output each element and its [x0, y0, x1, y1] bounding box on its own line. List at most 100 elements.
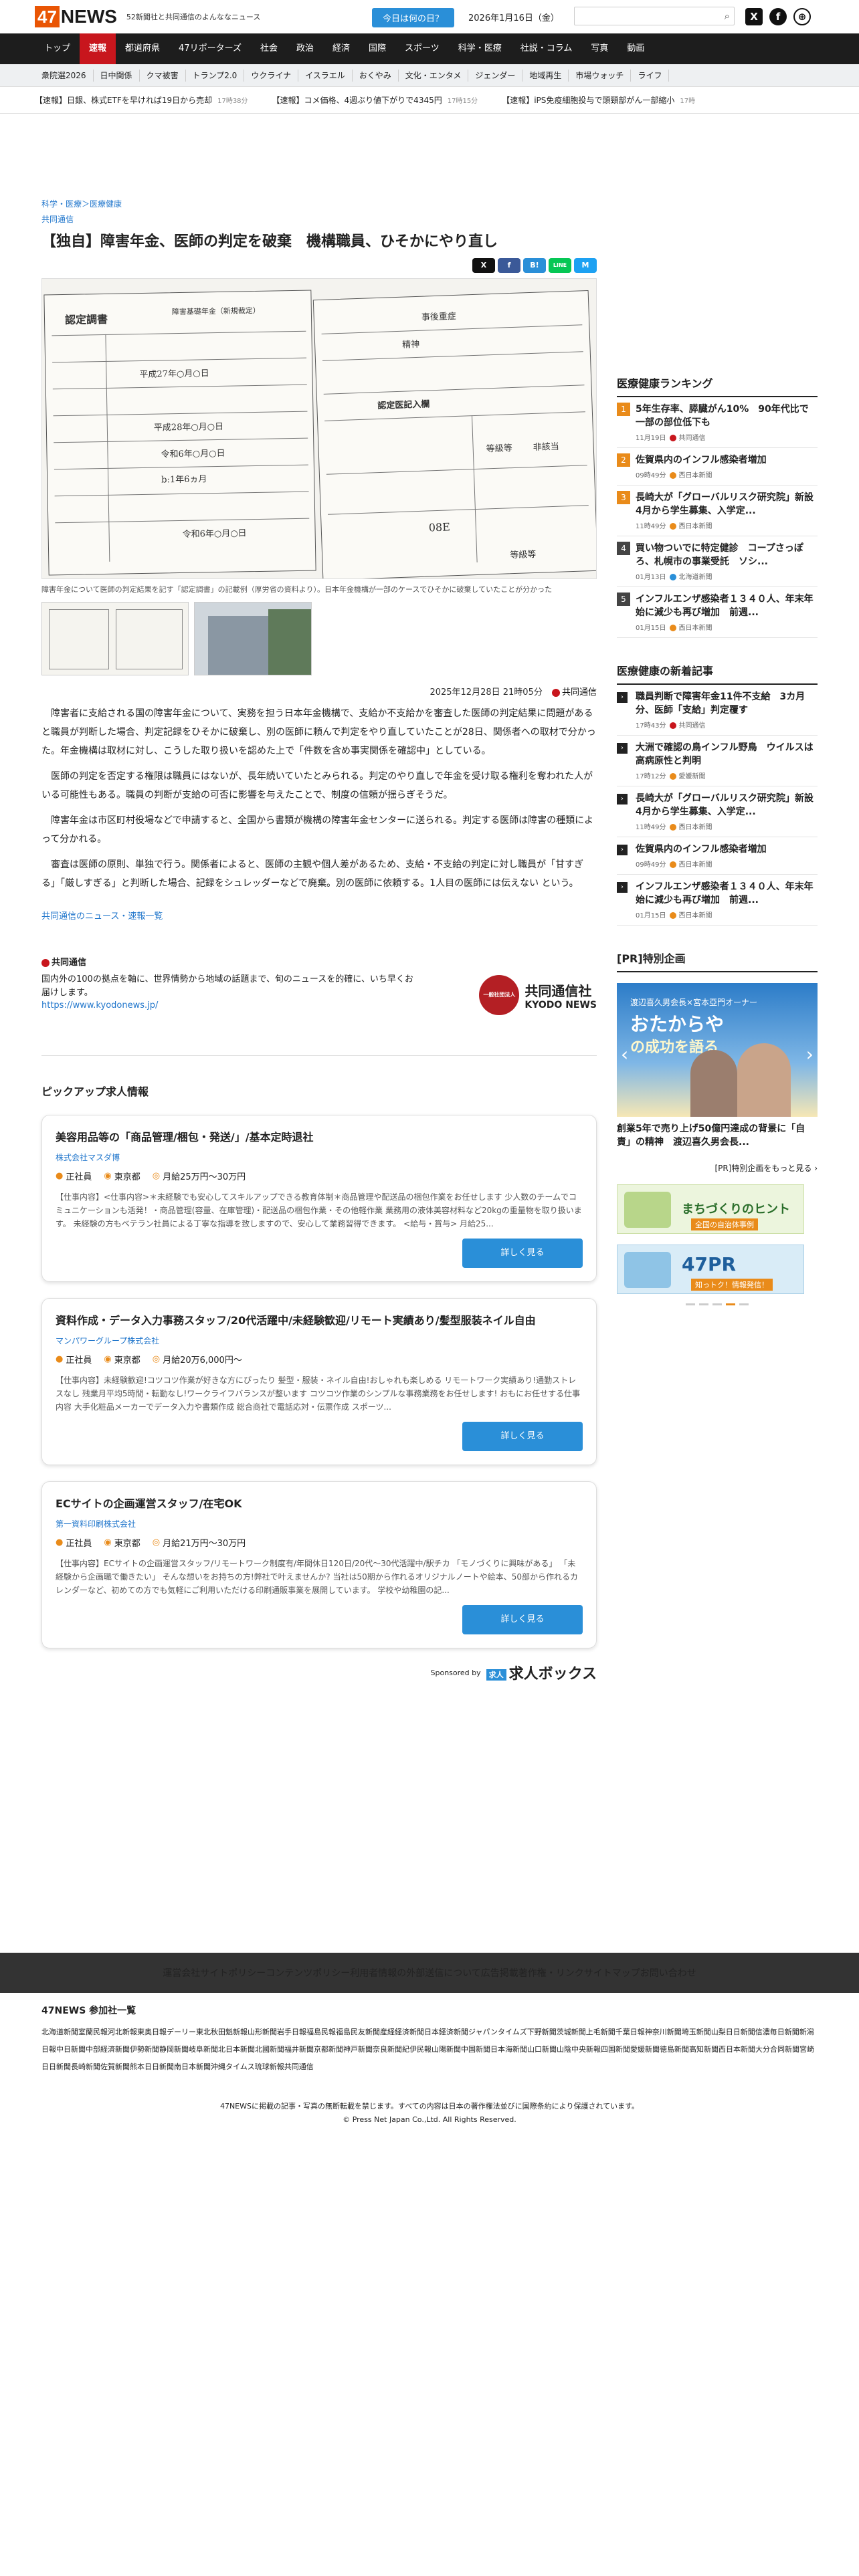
banner-machizukuri[interactable]: まちづくりのヒント 全国の自治体事例 [617, 1184, 804, 1234]
job-detail-button[interactable]: 詳しく見る [462, 1422, 583, 1451]
carousel-prev-icon[interactable]: ‹ [621, 1043, 628, 1065]
ticker-item[interactable]: 【速報】日銀、株式ETFを早ければ19日から売却 17時38分 [35, 94, 248, 106]
nav-item[interactable]: 社会 [251, 33, 287, 64]
member-link[interactable]: 岩手日報 [277, 2028, 306, 2036]
share-line-button[interactable]: LINE [549, 258, 571, 273]
member-link[interactable]: 南日本新聞 [174, 2062, 211, 2071]
subnav-item[interactable]: 日中関係 [94, 70, 140, 82]
ticker-item[interactable]: 【速報】iPS免疫細胞投与で頭頸部がん一部縮小 17時 [502, 94, 695, 106]
job-detail-button[interactable]: 詳しく見る [462, 1605, 583, 1634]
new-article-item[interactable]: › インフルエンザ感染者１３４０人、年末年始に減少も再び増加 前週... 01月15… [617, 875, 818, 926]
footer-link[interactable]: 著作権・リンク [518, 1966, 584, 1979]
member-link[interactable]: 埼玉新聞 [682, 2028, 711, 2036]
nav-item[interactable]: スポーツ [395, 33, 449, 64]
subnav-item[interactable]: 地域再生 [522, 70, 569, 82]
nav-item[interactable]: 政治 [287, 33, 323, 64]
member-link[interactable]: 茨城新聞 [557, 2028, 586, 2036]
ticker-item[interactable]: 【速報】コメ価格、4週ぶり値下がりで4345円 17時15分 [272, 94, 478, 106]
new-article-item[interactable]: › 長崎大が「グローバルリスク研究院」新設 4月から学生募集、入学定... 11時4… [617, 786, 823, 837]
member-link[interactable]: 山形新聞 [248, 2028, 277, 2036]
member-link[interactable]: 山陰中央新報 [557, 2045, 601, 2054]
footer-link[interactable]: 運営会社 [163, 1966, 200, 1979]
nav-item[interactable]: 写真 [581, 33, 617, 64]
search-icon[interactable]: ⌕ [725, 10, 730, 22]
nav-item[interactable]: 社説・コラム [511, 33, 582, 64]
pr-article-title[interactable]: 創業5年で売り上げ50億円達成の背景に「自責」の精神 渡辺喜久男会長... [617, 1122, 818, 1149]
member-link[interactable]: 中日新聞 [56, 2045, 86, 2054]
banner-47pr[interactable]: 47PR 知っトク！情報発信！ [617, 1245, 804, 1294]
member-link[interactable]: 静岡新聞 [159, 2045, 189, 2054]
dot[interactable] [699, 1303, 708, 1305]
member-link[interactable]: 福井新聞 [284, 2045, 314, 2054]
subnav-item[interactable]: クマ被害 [140, 70, 186, 82]
member-link[interactable]: 福島民報 [306, 2028, 336, 2036]
job-title[interactable]: 資料作成・データ入力事務スタッフ/20代活躍中/未経験歓迎/リモート実績あり/髪… [56, 1312, 583, 1329]
nav-item[interactable]: 経済 [323, 33, 359, 64]
member-link[interactable]: 下野新聞 [527, 2028, 557, 2036]
member-link[interactable]: 日本海新聞 [490, 2045, 527, 2054]
member-link[interactable]: 山陽新聞 [432, 2045, 461, 2054]
facebook-icon[interactable]: f [769, 8, 787, 25]
member-link[interactable]: 東奥日報 [137, 2028, 167, 2036]
member-link[interactable]: 中国新聞 [461, 2045, 490, 2054]
search-input[interactable]: ⌕ [574, 7, 735, 25]
kyujin-box-logo[interactable]: 求人 求人ボックス [486, 1662, 597, 1683]
subnav-item[interactable]: ライフ [631, 70, 670, 82]
thumbnail-building[interactable] [194, 602, 312, 675]
member-link[interactable]: 福島民友新聞 [336, 2028, 380, 2036]
member-link[interactable]: 京都新聞 [314, 2045, 343, 2054]
ranking-item[interactable]: 5 インフルエンザ感染者１３４０人、年末年始に減少も再び増加 前週... 01月15… [617, 587, 818, 638]
ranking-item[interactable]: 2 佐賀県内のインフル感染者増加 09時49分 西日本新聞 [617, 448, 818, 486]
job-card[interactable]: 美容用品等の「商品管理/梱包・発送/」/基本定時退社 株式会社マスダ博 ● 正社員 ◉ 東… [41, 1115, 597, 1282]
dot[interactable] [739, 1303, 749, 1305]
member-link[interactable]: 大分合同新聞 [755, 2045, 799, 2054]
footer-link[interactable]: 利用者情報の外部送信について [350, 1966, 481, 1979]
member-link[interactable]: 千葉日報 [615, 2028, 645, 2036]
subnav-item[interactable]: 衆院選2026 [35, 70, 94, 82]
member-link[interactable]: 上毛新聞 [586, 2028, 615, 2036]
pr-more-link[interactable]: [PR]特別企画をもっと見る › [617, 1162, 818, 1174]
footer-link[interactable]: コンテンツポリシー [266, 1966, 350, 1979]
member-link[interactable]: 愛媛新聞 [630, 2045, 660, 2054]
share-misskey-button[interactable]: M [574, 258, 597, 273]
article-meta-source[interactable]: 共同通信 [562, 687, 597, 697]
dot[interactable] [686, 1303, 695, 1305]
footer-link[interactable]: 広告掲載 [481, 1966, 518, 1979]
member-link[interactable]: 北日本新聞 [218, 2045, 255, 2054]
x-icon[interactable]: X [745, 8, 763, 25]
member-link[interactable]: 北國新聞 [255, 2045, 284, 2054]
subnav-item[interactable]: おくやみ [353, 70, 399, 82]
member-link[interactable]: 徳島新聞 [660, 2045, 689, 2054]
job-card[interactable]: 資料作成・データ入力事務スタッフ/20代活躍中/未経験歓迎/リモート実績あり/髪… [41, 1298, 597, 1465]
member-link[interactable]: 沖縄タイムス [211, 2062, 255, 2071]
member-link[interactable]: 伊勢新聞 [130, 2045, 159, 2054]
breadcrumb[interactable]: 科学・医療＞医療健康 [41, 199, 122, 209]
member-link[interactable]: 秋田魁新報 [211, 2028, 248, 2036]
nav-item[interactable]: 47リポーターズ [169, 33, 251, 64]
footer-link[interactable]: サイトポリシー [200, 1966, 266, 1979]
ranking-item[interactable]: 1 5年生存率、膵臓がん10% 90年代比で一部の部位低下も 11月19日 共同通信 [617, 397, 818, 448]
member-link[interactable]: 長崎新聞 [71, 2062, 100, 2071]
subnav-item[interactable]: ウクライナ [244, 70, 299, 82]
member-link[interactable]: 琉球新報 [255, 2062, 284, 2071]
subnav-item[interactable]: トランプ2.0 [186, 70, 245, 82]
member-link[interactable]: 中部経済新聞 [86, 2045, 130, 2054]
share-facebook-button[interactable]: f [498, 258, 520, 273]
member-link[interactable]: 北海道新聞 [41, 2028, 78, 2036]
subnav-item[interactable]: 文化・エンタメ [399, 70, 469, 82]
job-card[interactable]: ECサイトの企画運営スタッフ/在宅OK 第一資料印刷株式会社 ● 正社員 ◉ 東京都 ◎ 月給… [41, 1481, 597, 1648]
footer-link[interactable]: お問い合わせ [640, 1966, 696, 1979]
member-link[interactable]: 産経経済新聞 [380, 2028, 424, 2036]
member-link[interactable]: 佐賀新聞 [100, 2062, 130, 2071]
member-link[interactable]: 河北新報 [108, 2028, 137, 2036]
member-link[interactable]: 神戸新聞 [343, 2045, 373, 2054]
member-link[interactable]: 熊本日日新聞 [130, 2062, 174, 2071]
subnav-item[interactable]: ジェンダー [468, 70, 523, 82]
thumbnail-form[interactable] [41, 602, 189, 675]
member-link[interactable]: 共同通信 [284, 2062, 314, 2071]
member-link[interactable]: 西日本新聞 [719, 2045, 755, 2054]
new-article-item[interactable]: › 大洲で確認の鳥インフル野鳥 ウイルスは高病原性と判明 17時12分 愛媛新聞 [617, 736, 818, 786]
nav-item[interactable]: 都道府県 [116, 33, 169, 64]
nav-item[interactable]: 動画 [617, 33, 654, 64]
share-x-button[interactable]: X [472, 258, 495, 273]
